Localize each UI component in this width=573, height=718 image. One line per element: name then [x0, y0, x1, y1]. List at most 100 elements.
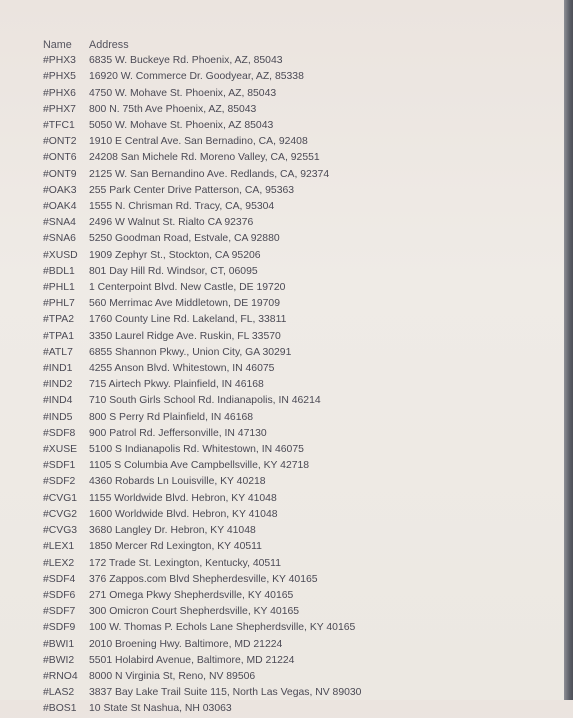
table-row: #ATL7 6855 Shannon Pkwy., Union City, GA … [43, 345, 361, 361]
table-row: #LEX1 1850 Mercer Rd Lexington, KY 40511 [43, 539, 361, 555]
table-row: #BWI2 5501 Holabird Avenue, Baltimore, MD… [43, 653, 361, 669]
row-address: 100 W. Thomas P. Echols Lane Shepherdsvi… [89, 622, 356, 634]
table-row: #ONT2 1910 E Central Ave. San Bernadino, … [43, 134, 361, 150]
row-name: #SDF2 [43, 476, 76, 488]
table-row: #SDF2 4360 Robards Ln Louisville, KY 4021… [43, 474, 361, 490]
row-name: #SDF8 [43, 427, 76, 439]
table-row: #TPA2 1760 County Line Rd. Lakeland, FL, … [43, 312, 361, 328]
table-row: #SDF6 271 Omega Pkwy Shepherdsville, KY 4… [43, 588, 361, 604]
row-name: #PHX5 [43, 71, 76, 83]
row-address: 2125 W. San Bernandino Ave. Redlands, CA… [89, 168, 330, 180]
row-name: #TPA1 [43, 330, 74, 342]
row-address: 6835 W. Buckeye Rd. Phoenix, AZ, 85043 [89, 55, 283, 67]
row-address: 255 Park Center Drive Patterson, CA, 953… [89, 184, 295, 196]
table-row: #PHX6 4750 W. Mohave St. Phoenix, AZ, 850… [43, 86, 361, 102]
table-row: #TPA1 3350 Laurel Ridge Ave. Ruskin, FL 3… [43, 329, 361, 345]
row-name: #ONT9 [43, 168, 77, 180]
row-name: #XUSD [43, 249, 78, 261]
row-address: 5501 Holabird Avenue, Baltimore, MD 2122… [89, 654, 295, 666]
row-address: 376 Zappos.com Blvd Shepherdesville, KY … [89, 573, 318, 585]
row-address: 801 Day Hill Rd. Windsor, CT, 06095 [89, 265, 258, 277]
row-name: #SDF9 [43, 622, 76, 634]
header-address: Address [89, 39, 129, 51]
row-address: 3350 Laurel Ridge Ave. Ruskin, FL 33570 [89, 330, 281, 342]
table-row: #SDF4 376 Zappos.com Blvd Shepherdesville… [43, 572, 361, 588]
table-row: #IND4 710 South Girls School Rd. Indianap… [43, 393, 361, 409]
row-address: 1155 Worldwide Blvd. Hebron, KY 41048 [89, 492, 277, 504]
row-address: 10 State St Nashua, NH 03063 [89, 703, 232, 715]
table-row: #SDF9 100 W. Thomas P. Echols Lane Shephe… [43, 620, 361, 636]
row-name: #PHL7 [43, 298, 75, 310]
table-row: #BWI1 2010 Broening Hwy. Baltimore, MD 21… [43, 637, 361, 653]
table-row: #PHL1 1 Centerpoint Blvd. New Castle, DE … [43, 280, 361, 296]
row-name: #PHL1 [43, 282, 75, 294]
row-address: 4750 W. Mohave St. Phoenix, AZ, 85043 [89, 87, 277, 99]
row-address: 2010 Broening Hwy. Baltimore, MD 21224 [89, 638, 283, 650]
row-name: #SDF4 [43, 573, 76, 585]
row-name: #SNA4 [43, 217, 76, 229]
table-row: #RNO4 8000 N Virginia St, Reno, NV 89506 [43, 669, 361, 685]
table-row: #SDF1 1105 S Columbia Ave Campbellsville,… [43, 458, 361, 474]
row-address: 3837 Bay Lake Trail Suite 115, North Las… [89, 687, 362, 699]
table-row: #BDL1 801 Day Hill Rd. Windsor, CT, 06095 [43, 264, 361, 280]
row-name: #BDL1 [43, 265, 75, 277]
row-name: #LEX2 [43, 557, 75, 569]
row-name: #BWI2 [43, 654, 75, 666]
table-row: #XUSE 5100 S Indianapolis Rd. Whitestown,… [43, 442, 361, 458]
table-row: #SDF7 300 Omicron Court Shepherdsville, K… [43, 604, 361, 620]
row-address: 1909 Zephyr St., Stockton, CA 95206 [89, 249, 261, 261]
table-row: #IND1 4255 Anson Blvd. Whitestown, IN 460… [43, 361, 361, 377]
table-row: #OAK3 255 Park Center Drive Patterson, CA… [43, 183, 361, 199]
row-name: #LEX1 [43, 541, 75, 553]
row-address: 1600 Worldwide Blvd. Hebron, KY 41048 [89, 508, 278, 520]
row-name: #BOS1 [43, 703, 77, 715]
row-address: 4360 Robards Ln Louisville, KY 40218 [89, 476, 266, 488]
row-address: 6855 Shannon Pkwy., Union City, GA 30291 [89, 346, 292, 358]
row-name: #RNO4 [43, 670, 78, 682]
row-address: 172 Trade St. Lexington, Kentucky, 40511 [89, 557, 281, 569]
table-header: Name Address [43, 37, 361, 53]
row-address: 1105 S Columbia Ave Campbellsville, KY 4… [89, 460, 310, 472]
table-row: #CVG3 3680 Langley Dr. Hebron, KY 41048 [43, 523, 361, 539]
table-row: #SNA6 5250 Goodman Road, Estvale, CA 9288… [43, 231, 361, 247]
table-row: #SNA4 2496 W Walnut St. Rialto CA 92376 [43, 215, 361, 231]
row-address: 1760 County Line Rd. Lakeland, FL, 33811 [89, 314, 287, 326]
row-name: #SNA6 [43, 233, 76, 245]
table-row: #IND5 800 S Perry Rd Plainfield, IN 46168 [43, 410, 361, 426]
table-row: #LAS2 3837 Bay Lake Trail Suite 115, Nort… [43, 685, 361, 701]
row-name: #XUSE [43, 444, 78, 456]
row-name: #ONT6 [43, 152, 77, 164]
row-address: 1 Centerpoint Blvd. New Castle, DE 19720 [89, 282, 286, 294]
row-address: 1555 N. Chrisman Rd. Tracy, CA, 95304 [89, 201, 275, 213]
row-address: 1910 E Central Ave. San Bernadino, CA, 9… [89, 136, 308, 148]
table-row: #BOS1 10 State St Nashua, NH 03063 [43, 701, 361, 717]
row-name: #SDF7 [43, 606, 76, 618]
table-row: #LEX2 172 Trade St. Lexington, Kentucky, … [43, 556, 361, 572]
row-name: #CVG3 [43, 525, 78, 537]
row-name: #ATL7 [43, 346, 73, 358]
table-row: #SDF8 900 Patrol Rd. Jeffersonville, IN 4… [43, 426, 361, 442]
table-row: #PHL7 560 Merrimac Ave Middletown, DE 197… [43, 296, 361, 312]
row-address: 5050 W. Mohave St. Phoenix, AZ 85043 [89, 120, 274, 132]
row-address: 24208 San Michele Rd. Moreno Valley, CA,… [89, 152, 320, 164]
row-address: 900 Patrol Rd. Jeffersonville, IN 47130 [89, 427, 267, 439]
table-row: #CVG2 1600 Worldwide Blvd. Hebron, KY 410… [43, 507, 361, 523]
row-name: #LAS2 [43, 687, 75, 699]
row-address: 300 Omicron Court Shepherdsville, KY 401… [89, 606, 300, 618]
row-name: #IND2 [43, 379, 73, 391]
row-name: #OAK4 [43, 201, 77, 213]
table-row: #XUSD 1909 Zephyr St., Stockton, CA 95206 [43, 248, 361, 264]
row-address: 8000 N Virginia St, Reno, NV 89506 [89, 670, 256, 682]
row-name: #OAK3 [43, 184, 77, 196]
row-name: #PHX6 [43, 87, 76, 99]
row-address: 800 N. 75th Ave Phoenix, AZ, 85043 [89, 103, 257, 115]
row-address: 5250 Goodman Road, Estvale, CA 92880 [89, 233, 280, 245]
table-row: #ONT6 24208 San Michele Rd. Moreno Valley… [43, 150, 361, 166]
row-name: #PHX7 [43, 103, 76, 115]
row-name: #BWI1 [43, 638, 75, 650]
row-address: 715 Airtech Pkwy. Plainfield, IN 46168 [89, 379, 264, 391]
row-address: 710 South Girls School Rd. Indianapolis,… [89, 395, 321, 407]
row-name: #PHX3 [43, 55, 76, 67]
table-row: #PHX3 6835 W. Buckeye Rd. Phoenix, AZ, 85… [43, 53, 361, 69]
row-name: #SDF1 [43, 460, 76, 472]
